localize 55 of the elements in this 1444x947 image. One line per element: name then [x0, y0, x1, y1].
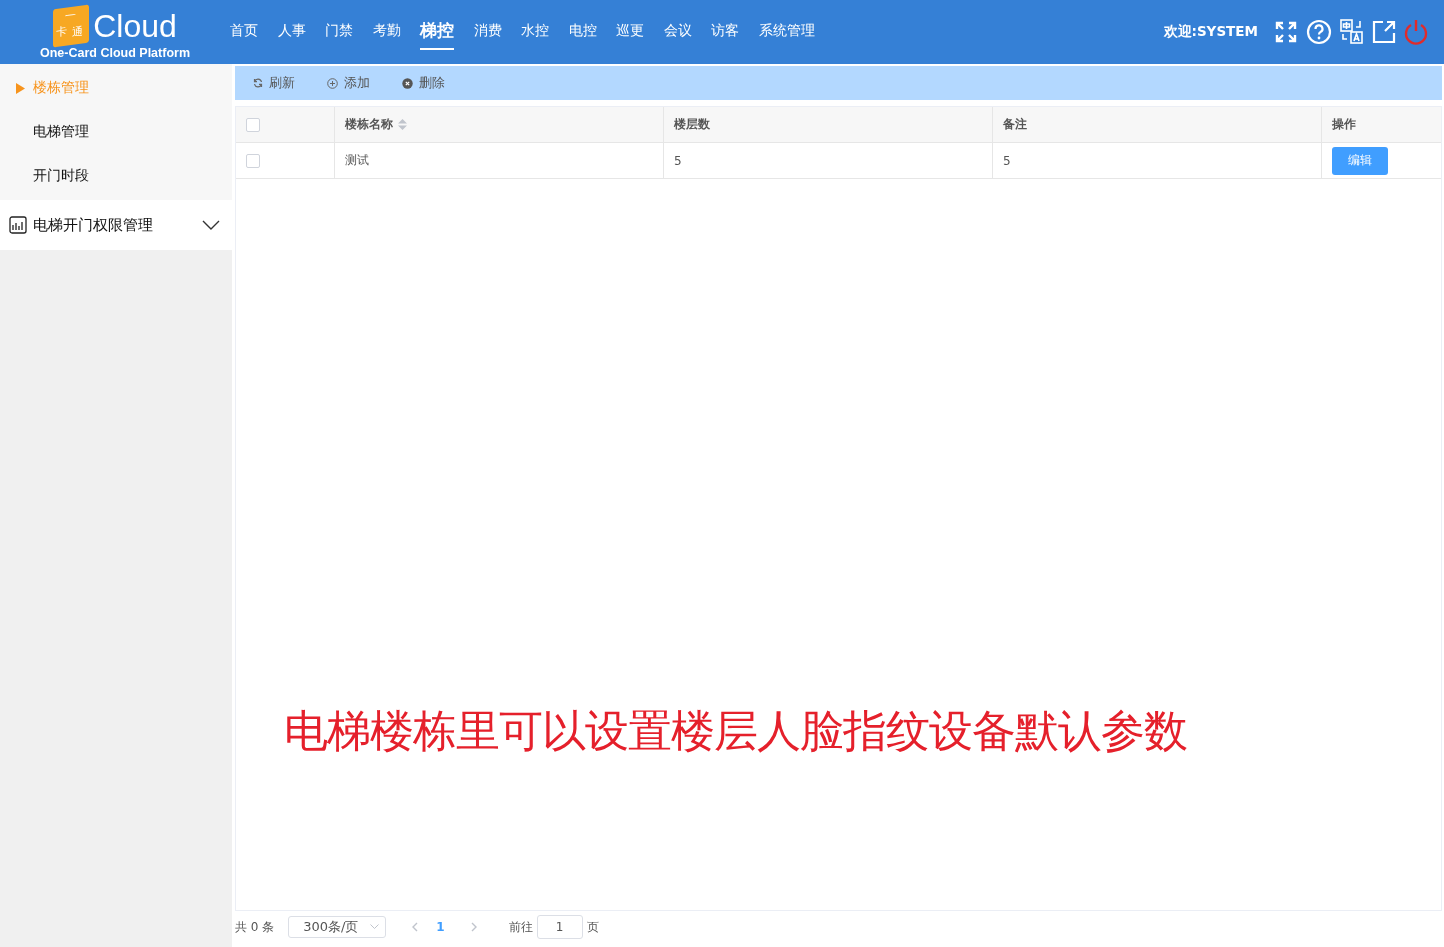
- page-unit: 页: [586, 918, 599, 936]
- welcome-text: 欢迎:SYSTEM: [1163, 23, 1258, 41]
- checkbox[interactable]: [246, 117, 260, 132]
- logo-cube-icon: 一 卡 通: [53, 3, 90, 48]
- column-header: 备注: [1003, 116, 1027, 133]
- delete-circle-icon: [402, 77, 413, 89]
- nav-tab[interactable]: 考勤: [372, 16, 401, 48]
- checkbox[interactable]: [246, 153, 260, 168]
- nav-tab[interactable]: 访客: [711, 16, 739, 48]
- nav-tab[interactable]: 首页: [230, 16, 258, 48]
- table-cell: 5: [1003, 153, 1011, 168]
- nav-tab[interactable]: 巡更: [616, 16, 644, 48]
- power-icon[interactable]: [1404, 19, 1428, 45]
- platform-name: One-Card Cloud Platform: [40, 45, 190, 60]
- nav-tab[interactable]: 梯控: [420, 14, 454, 50]
- nav-tab[interactable]: 人事: [277, 16, 306, 48]
- translate-icon[interactable]: [1340, 19, 1364, 45]
- chevron-icon: [202, 220, 220, 230]
- help-icon[interactable]: [1306, 19, 1332, 45]
- goto-page-field[interactable]: 1: [536, 915, 583, 939]
- fullscreen-icon[interactable]: [1274, 20, 1298, 44]
- sidebar-item[interactable]: 开门时段: [0, 154, 232, 198]
- sort-icon[interactable]: [398, 119, 407, 130]
- column-header: 楼栋名称: [345, 116, 393, 133]
- toolbar-button[interactable]: 添加: [323, 74, 374, 92]
- nav-tab[interactable]: 消费: [473, 16, 502, 48]
- sidebar-group[interactable]: 电梯开门权限管理: [0, 200, 232, 250]
- nav-tab[interactable]: 门禁: [325, 16, 353, 48]
- toolbar-button[interactable]: 删除: [398, 74, 449, 92]
- logo-text: Cloud: [93, 7, 177, 44]
- triangle-icon: [16, 82, 25, 94]
- total-count: 共 0 条: [235, 918, 275, 936]
- sidebar-item[interactable]: 楼栋管理: [0, 66, 232, 110]
- table-cell: 5: [674, 153, 682, 168]
- prev-page-icon[interactable]: [412, 922, 419, 932]
- page-number[interactable]: 1: [436, 920, 445, 934]
- page-size-select[interactable]: 300条/页: [288, 916, 387, 938]
- edit-button[interactable]: 编辑: [1332, 146, 1388, 175]
- next-page-icon[interactable]: [470, 922, 477, 932]
- refresh-icon: [253, 78, 263, 88]
- toolbar-button[interactable]: 刷新: [249, 74, 299, 92]
- table-cell: 测试: [345, 152, 369, 169]
- caption-text: 电梯楼栋里可以设置楼层人脸指纹设备默认参数: [284, 704, 1187, 758]
- sidebar-item[interactable]: 电梯管理: [0, 110, 232, 154]
- goto-label: 前往: [508, 918, 533, 936]
- column-header: 操作: [1332, 116, 1356, 133]
- nav-tab[interactable]: 会议: [663, 16, 692, 48]
- column-header: 楼层数: [674, 116, 710, 133]
- nav-tab[interactable]: 电控: [568, 16, 597, 48]
- chevron-icon: [370, 924, 380, 930]
- chart-icon: [9, 216, 27, 234]
- external-link-icon[interactable]: [1372, 20, 1396, 44]
- nav-tab[interactable]: 水控: [521, 16, 549, 48]
- plus-circle-icon: [327, 77, 338, 89]
- nav-tab[interactable]: 系统管理: [758, 16, 815, 48]
